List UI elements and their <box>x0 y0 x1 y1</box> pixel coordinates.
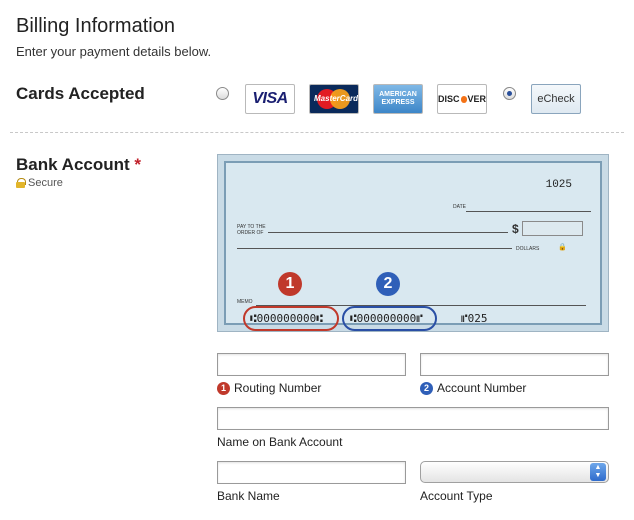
account-type-label: Account Type <box>420 489 493 503</box>
routing-badge-icon: 1 <box>217 381 230 395</box>
check-memo-label: MEMO <box>237 299 253 305</box>
routing-number-label: 1 Routing Number <box>217 381 321 395</box>
check-security-lock-icon: 🔒 <box>558 244 567 251</box>
check-amount-box <box>522 221 583 236</box>
bank-account-heading: Bank Account * <box>16 155 142 174</box>
check-routing-digits: ⑆000000000⑆ <box>250 312 323 325</box>
required-asterisk: * <box>134 155 142 174</box>
account-badge-icon: 2 <box>420 381 433 395</box>
echeck-payment-radio[interactable] <box>503 87 516 100</box>
card-payment-radio[interactable] <box>216 87 229 100</box>
check-number: 1025 <box>545 179 572 191</box>
secure-indicator: Secure <box>16 177 63 189</box>
american-express-logo: AMERICAN EXPRESS <box>373 84 423 114</box>
account-number-input[interactable] <box>420 353 609 376</box>
cards-accepted-heading: Cards Accepted <box>16 84 145 103</box>
routing-number-input[interactable] <box>217 353 406 376</box>
account-number-label: 2 Account Number <box>420 381 526 395</box>
echeck-logo: eCheck <box>531 84 581 114</box>
bank-name-input[interactable] <box>217 461 406 484</box>
account-type-select[interactable]: ▲ ▼ <box>420 461 609 483</box>
page-title: Billing Information <box>16 15 175 37</box>
visa-logo: VISA <box>245 84 295 114</box>
name-on-account-input[interactable] <box>217 407 609 430</box>
lock-icon <box>16 178 26 188</box>
sample-check-image: 1025 DATE PAY TO THE ORDER OF $ DOLLARS … <box>217 154 609 332</box>
select-arrows-icon: ▲ ▼ <box>590 463 606 481</box>
check-date-label: DATE <box>453 204 466 210</box>
mastercard-logo: MasterCard <box>309 84 359 114</box>
check-dollars-label: DOLLARS <box>516 246 540 252</box>
account-number-badge: 2 <box>376 272 400 296</box>
routing-number-badge: 1 <box>278 272 302 296</box>
section-divider <box>10 132 624 133</box>
check-dollar-sign: $ <box>512 222 519 236</box>
discover-logo: DISC VER <box>437 84 487 114</box>
check-number-digits: ⑈025 <box>461 312 488 325</box>
check-pay-to-label: PAY TO THE ORDER OF <box>237 224 266 236</box>
page-subtitle: Enter your payment details below. <box>16 44 212 59</box>
check-account-digits: ⑆000000000⑈ <box>350 312 423 325</box>
name-on-account-label: Name on Bank Account <box>217 435 343 449</box>
bank-name-label: Bank Name <box>217 489 280 503</box>
